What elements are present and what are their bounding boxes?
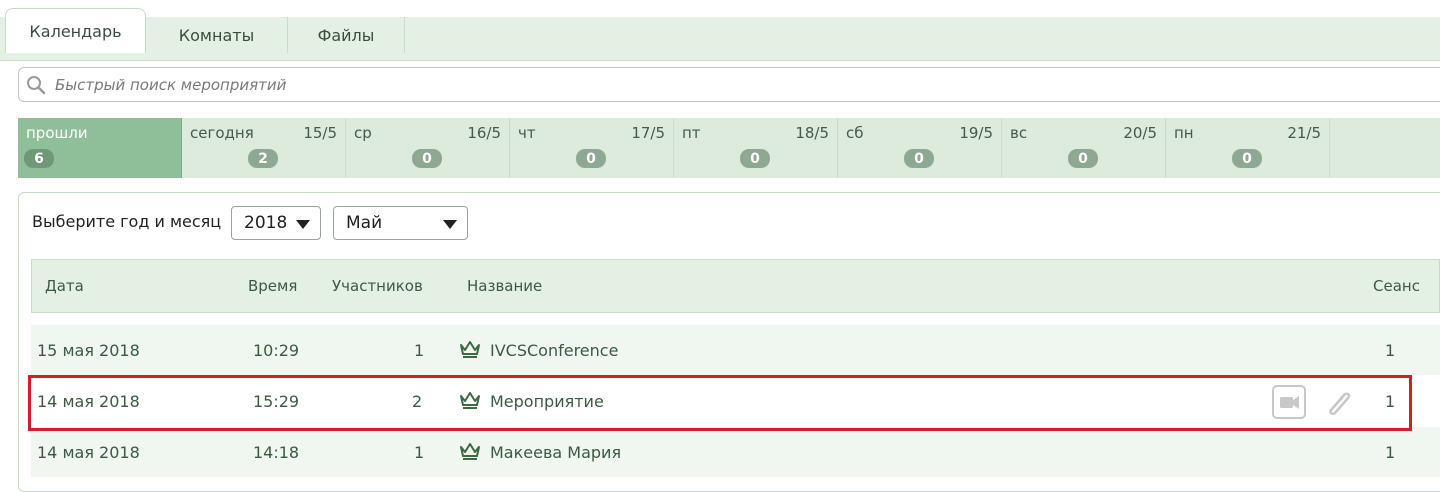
day-mon[interactable]: пн 21/5 0 [1166, 118, 1330, 178]
day-date: 15/5 [303, 124, 337, 142]
event-count-badge: 0 [1068, 149, 1098, 168]
row-time: 14:18 [253, 443, 300, 462]
month-select[interactable]: Май [333, 206, 468, 240]
tab-rooms[interactable]: Комнаты [146, 17, 288, 53]
event-count-badge: 2 [248, 149, 278, 168]
row-session: 1 [1385, 341, 1396, 360]
event-count-badge: 0 [412, 149, 442, 168]
day-past[interactable]: прошли 6 [18, 118, 182, 178]
tab-files[interactable]: Файлы [288, 17, 405, 53]
search-bar [18, 67, 1440, 102]
year-select[interactable]: 2018 [231, 206, 321, 240]
crown-icon [460, 443, 480, 460]
row-date: 15 мая 2018 [37, 341, 140, 360]
row-time: 10:29 [253, 341, 300, 360]
video-camera-icon[interactable] [1272, 385, 1306, 419]
day-name: сб [846, 124, 864, 142]
event-count-badge: 0 [576, 149, 606, 168]
event-count-badge: 0 [740, 149, 770, 168]
row-participants: 1 [414, 443, 425, 462]
day-name: вс [1010, 124, 1028, 142]
day-fri[interactable]: пт 18/5 0 [674, 118, 838, 178]
table-row[interactable]: 14 мая 2018 14:18 1 Макеева Мария 1 [31, 427, 1440, 477]
column-date[interactable]: Дата [45, 277, 84, 295]
row-session: 1 [1385, 443, 1396, 462]
tab-rooms-label: Комнаты [178, 25, 255, 45]
column-participants[interactable]: Участников [332, 277, 423, 295]
day-name: прошли [26, 124, 88, 142]
row-name: IVCSConference [490, 341, 619, 360]
event-count-badge: 0 [904, 149, 934, 168]
year-month-label: Выберите год и месяц [32, 212, 222, 231]
day-thu[interactable]: чт 17/5 0 [510, 118, 674, 178]
day-wed[interactable]: ср 16/5 0 [346, 118, 510, 178]
row-participants: 2 [412, 392, 423, 411]
day-sat[interactable]: сб 19/5 0 [838, 118, 1002, 178]
day-sun[interactable]: вс 20/5 0 [1002, 118, 1166, 178]
row-date: 14 мая 2018 [37, 392, 140, 411]
search-icon [27, 75, 46, 94]
table-row[interactable]: 15 мая 2018 10:29 1 IVCSConference 1 [31, 325, 1440, 375]
crown-icon [460, 341, 480, 358]
column-name[interactable]: Название [467, 277, 542, 295]
day-date: 17/5 [631, 124, 665, 142]
crown-icon [460, 392, 480, 409]
column-time[interactable]: Время [248, 277, 297, 295]
paperclip-icon[interactable] [1322, 385, 1356, 419]
day-today[interactable]: сегодня 15/5 2 [182, 118, 346, 178]
table-row[interactable]: 14 мая 2018 15:29 2 Мероприятие 1 [31, 376, 1440, 426]
column-session[interactable]: Сеанс [1373, 277, 1420, 295]
table-header: Дата Время Участников Название Сеанс [31, 259, 1440, 313]
caret-down-icon [296, 220, 310, 229]
row-participants: 1 [414, 341, 425, 360]
day-strip: прошли 6 сегодня 15/5 2 ср 16/5 0 чт 17/… [18, 118, 1440, 178]
event-count-badge: 6 [24, 149, 54, 168]
event-count-badge: 0 [1232, 149, 1262, 168]
day-name: сегодня [190, 124, 254, 142]
row-session: 1 [1385, 392, 1396, 411]
caret-down-icon [443, 220, 457, 229]
day-name: пт [682, 124, 701, 142]
row-name: Мероприятие [490, 392, 604, 411]
year-select-value: 2018 [244, 213, 288, 233]
day-date: 18/5 [795, 124, 829, 142]
day-date: 20/5 [1123, 124, 1157, 142]
day-date: 21/5 [1287, 124, 1321, 142]
day-date: 19/5 [959, 124, 993, 142]
tab-files-label: Файлы [317, 25, 375, 45]
day-name: ср [354, 124, 372, 142]
row-name: Макеева Мария [490, 443, 622, 462]
tab-calendar-label: Календарь [29, 21, 122, 41]
day-name: пн [1174, 124, 1194, 142]
row-time: 15:29 [253, 392, 300, 411]
row-date: 14 мая 2018 [37, 443, 140, 462]
tab-calendar[interactable]: Календарь [5, 8, 146, 53]
search-input[interactable] [53, 74, 657, 95]
day-name: чт [518, 124, 536, 142]
month-select-value: Май [346, 213, 383, 233]
day-date: 16/5 [467, 124, 501, 142]
